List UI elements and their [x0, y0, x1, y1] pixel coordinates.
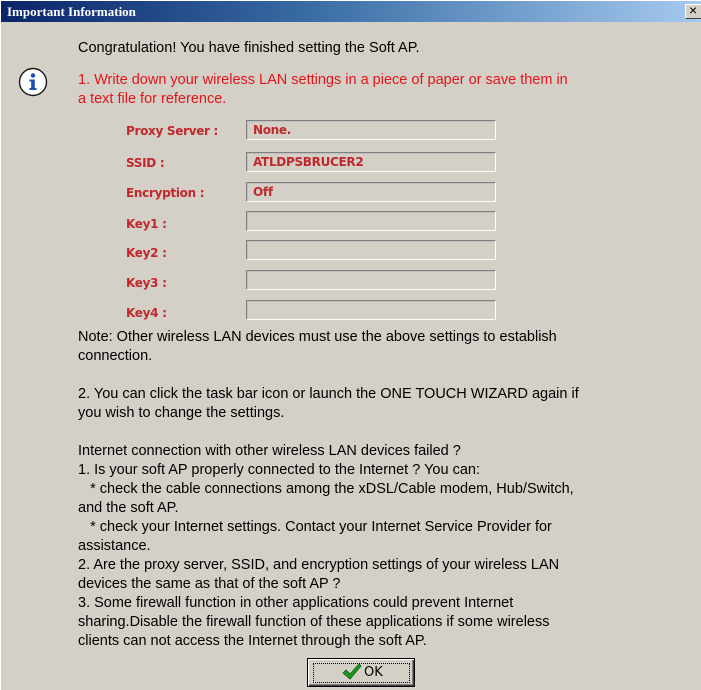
key3-label: Key3 :: [126, 276, 167, 290]
step1-line2: a text file for reference.: [78, 91, 227, 107]
ok-button[interactable]: OK: [307, 658, 415, 687]
troubleshoot-line: devices the same as that of the soft AP …: [78, 576, 341, 592]
troubleshoot-line: * check the cable connections among the …: [78, 481, 574, 497]
close-icon: ×: [689, 2, 698, 18]
info-icon: [18, 67, 48, 97]
troubleshoot-line: * check your Internet settings. Contact …: [78, 519, 552, 535]
key4-label: Key4 :: [126, 306, 167, 320]
ssid-label: SSID :: [126, 156, 165, 170]
encryption-label: Encryption :: [126, 186, 205, 200]
encryption-field[interactable]: Off: [246, 182, 496, 202]
ssid-field[interactable]: ATLDPSBRUCER2: [246, 152, 496, 172]
troubleshoot-line: assistance.: [78, 538, 151, 554]
proxy-server-field[interactable]: None.: [246, 120, 496, 140]
close-button[interactable]: ×: [685, 2, 701, 19]
title-bar[interactable]: Important Information ×: [1, 1, 701, 22]
troubleshoot-line: 1. Is your soft AP properly connected to…: [78, 462, 480, 478]
troubleshoot-line: and the soft AP.: [78, 500, 179, 516]
troubleshoot-line: clients can not access the Internet thro…: [78, 633, 427, 649]
troubleshoot-line: 3. Some firewall function in other appli…: [78, 595, 514, 611]
key3-field[interactable]: [246, 270, 496, 290]
step1-line1: 1. Write down your wireless LAN settings…: [78, 72, 568, 88]
checkmark-icon: [342, 663, 362, 680]
key1-field[interactable]: [246, 211, 496, 231]
troubleshoot-line: sharing.Disable the firewall function of…: [78, 614, 550, 630]
troubleshoot-line: 2. Are the proxy server, SSID, and encry…: [78, 557, 560, 573]
important-information-dialog: Important Information × Congratulation! …: [0, 0, 701, 690]
key2-label: Key2 :: [126, 246, 167, 260]
note-line2: connection.: [78, 348, 153, 364]
troubleshoot-heading: Internet connection with other wireless …: [78, 443, 461, 459]
key4-field[interactable]: [246, 300, 496, 320]
window-title: Important Information: [7, 4, 136, 19]
key1-label: Key1 :: [126, 217, 167, 231]
note-line1: Note: Other wireless LAN devices must us…: [78, 329, 557, 345]
header-message: Congratulation! You have finished settin…: [78, 40, 420, 56]
ok-label: OK: [364, 665, 383, 680]
key2-field[interactable]: [246, 240, 496, 260]
step2-line2: you wish to change the settings.: [78, 405, 285, 421]
step2-line1: 2. You can click the task bar icon or la…: [78, 386, 579, 402]
proxy-server-label: Proxy Server :: [126, 124, 219, 138]
